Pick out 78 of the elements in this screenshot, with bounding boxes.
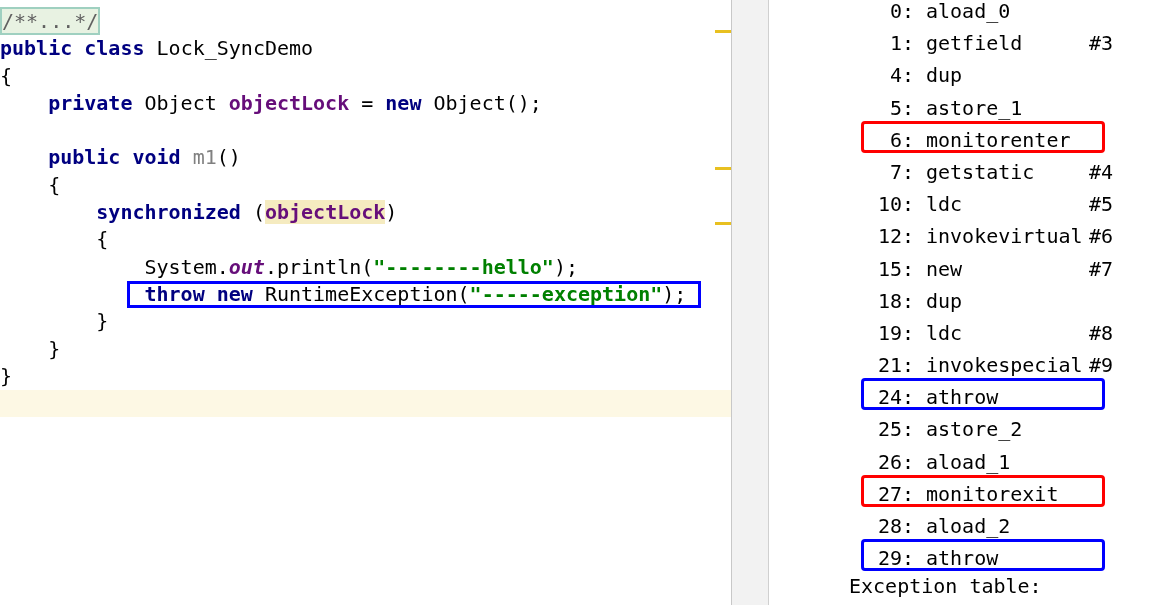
code-text: { [0, 63, 13, 88]
bytecode-instruction: athrow [926, 545, 1000, 569]
code-text: () [216, 145, 241, 170]
bytecode-offset: 29: [876, 545, 914, 569]
bytecode-offset: 5: [888, 94, 914, 118]
code-text: RuntimeException( [264, 281, 470, 306]
code-keyword: new [385, 90, 422, 115]
bytecode-offset: 26: [876, 448, 914, 472]
warning-marker-icon [715, 30, 731, 33]
bytecode-offset: 7: [888, 158, 914, 183]
bytecode-instruction: dup [926, 62, 964, 86]
bytecode-instruction: new [926, 255, 964, 279]
code-field: objectLock [264, 200, 386, 225]
folded-comment: /**...*/ [0, 7, 101, 35]
code-keyword: throw new [144, 281, 254, 306]
bytecode-operand: #5 [1089, 191, 1114, 215]
bytecode-offset: 6: [888, 126, 914, 150]
bytecode-operand: #7 [1089, 255, 1114, 279]
bytecode-instruction: aload_1 [926, 448, 1012, 472]
code-text: } [0, 363, 13, 388]
bytecode-instruction: getfield [926, 30, 1024, 54]
bytecode-operand: #6 [1089, 223, 1114, 247]
bytecode-operand: #8 [1089, 319, 1114, 344]
bytecode-offset: 4: [888, 62, 914, 86]
bytecode-offset: 28: [876, 513, 914, 537]
code-text: = [360, 90, 375, 115]
bytecode-instruction: monitorexit [926, 480, 1060, 504]
code-text: } [48, 336, 61, 361]
code-text: System. [144, 254, 229, 279]
bytecode-offset: 0: [888, 0, 914, 22]
bytecode-offset: 15: [876, 255, 914, 279]
code-text: { [96, 227, 109, 252]
exception-table-heading: Exception table: [849, 573, 1043, 601]
code-text: { [48, 172, 61, 197]
code-static: out [228, 254, 265, 279]
bytecode-instruction: astore_2 [926, 416, 1024, 440]
code-text: ); [662, 281, 687, 306]
code-text: } [96, 309, 109, 334]
code-text: ); [553, 254, 578, 279]
bytecode-instruction: ldc [926, 319, 964, 344]
bytecode-instruction: invokevirtual [926, 223, 1084, 247]
code-text: ) [385, 200, 398, 225]
code-keyword: public void [48, 145, 182, 170]
bytecode-instruction: ldc [926, 191, 964, 215]
bytecode-instruction: dup [926, 287, 964, 311]
code-keyword: private [48, 90, 133, 115]
bytecode-offset: 21: [876, 352, 914, 376]
bytecode-instruction: aload_0 [926, 0, 1012, 22]
code-text: Object [143, 90, 218, 115]
code-string: "--------hello" [373, 254, 554, 279]
bytecode-offset: 24: [876, 384, 914, 408]
bytecode-offset: 27: [876, 480, 914, 504]
bytecode-instruction: getstatic [926, 158, 1036, 183]
bytecode-offset: 12: [876, 223, 914, 247]
bytecode-operand: #9 [1089, 352, 1114, 376]
code-keyword: public class [0, 36, 146, 61]
bytecode-instruction: monitorenter [926, 126, 1072, 150]
code-keyword: synchronized [96, 200, 242, 225]
bytecode-instruction: athrow [926, 384, 1000, 408]
bytecode-offset: 1: [888, 30, 914, 54]
bytecode-offset: 10: [876, 191, 914, 215]
code-text: ( [252, 200, 265, 225]
code-text: .println( [264, 254, 374, 279]
bytecode-operand: #3 [1089, 30, 1114, 54]
bytecode-offset: 18: [876, 287, 914, 311]
code-text: Object(); [432, 90, 542, 115]
bytecode-instruction: aload_2 [926, 513, 1012, 537]
code-text: Lock_SyncDemo [156, 36, 314, 61]
warning-marker-icon [715, 167, 731, 170]
code-field: objectLock [228, 90, 350, 115]
bytecode-instruction: invokespecial [926, 352, 1084, 376]
code-string: "-----exception" [469, 281, 663, 306]
bytecode-offset: 19: [876, 319, 914, 344]
code-method: m1 [192, 145, 217, 170]
warning-marker-icon [715, 222, 731, 225]
bytecode-operand: #4 [1089, 158, 1114, 183]
bytecode-offset: 25: [876, 416, 914, 440]
bytecode-instruction: astore_1 [926, 94, 1024, 118]
